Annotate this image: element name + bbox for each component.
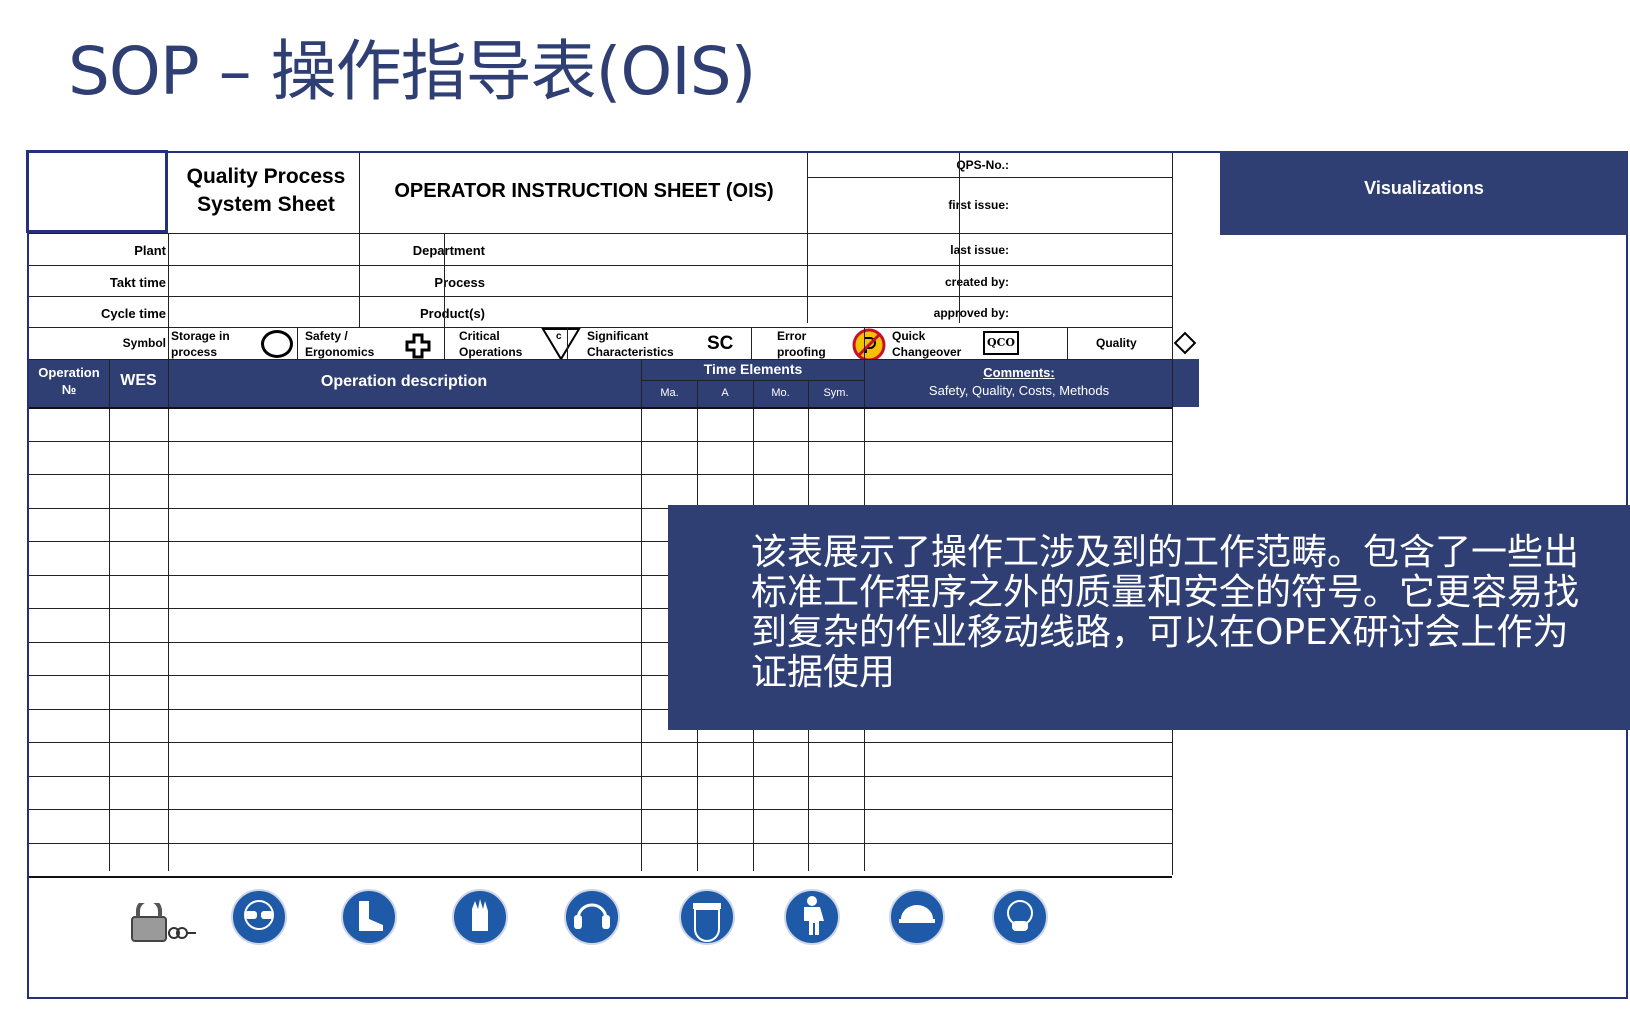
ma-header: Ma.	[660, 387, 679, 399]
callout-text: 该表展示了操作工涉及到的工作范畴。包含了一些出标准工作程序之外的质量和安全的符号…	[751, 532, 1580, 693]
grid-line	[807, 153, 808, 323]
visualizations-label: Visualizations	[1364, 178, 1484, 198]
grid-line	[29, 842, 1172, 844]
created-by-label: created by:	[944, 275, 1009, 289]
grid-line	[168, 359, 169, 871]
grid-line	[29, 233, 1172, 234]
grid-line	[864, 327, 865, 359]
description-header: Operation description	[320, 373, 488, 390]
grid-line	[444, 327, 445, 359]
cycle-time-label: Cycle time	[100, 306, 166, 321]
sc-symbol: SC	[707, 333, 734, 354]
grid-line	[29, 359, 1172, 360]
protective-clothing-icon	[775, 887, 849, 952]
quality-diamond-icon	[1173, 331, 1197, 355]
operation-header-1: Operation	[38, 365, 100, 380]
qps-title-line1: Quality Process	[186, 165, 346, 188]
error-label-1: Error	[777, 329, 807, 343]
grid-line	[29, 876, 1172, 878]
time-elements-header: Time Elements	[703, 361, 803, 377]
plant-label: Plant	[134, 243, 166, 258]
grid-line	[359, 153, 360, 233]
approved-by-label: approved by:	[933, 306, 1009, 320]
qco-text: QCO	[987, 336, 1015, 349]
face-shield-icon	[670, 887, 744, 952]
process-label: Process	[434, 275, 485, 290]
quality-label: Quality	[1096, 336, 1137, 350]
grid-line	[168, 233, 169, 359]
error-label-2: proofing	[777, 345, 826, 359]
grid-line	[29, 440, 1172, 442]
safety-label-2: Ergonomics	[305, 345, 375, 359]
products-label: Product(s)	[420, 306, 485, 321]
last-issue-label: last issue:	[950, 243, 1009, 257]
safety-cross-icon	[405, 333, 431, 359]
grid-line	[29, 327, 1172, 328]
grid-line	[959, 153, 960, 323]
operation-header-2: №	[61, 382, 77, 397]
grid-line	[567, 327, 568, 359]
grid-line	[751, 327, 752, 359]
comments-subheader: Safety, Quality, Costs, Methods	[928, 383, 1110, 398]
critical-label-2: Operations	[459, 345, 523, 359]
sheet-title: OPERATOR INSTRUCTION SHEET (OIS)	[394, 180, 774, 202]
storage-label-2: process	[171, 345, 218, 359]
storage-label-1: Storage in	[171, 329, 230, 343]
grid-line	[444, 233, 445, 327]
hard-hat-icon	[880, 887, 954, 952]
ear-protection-icon	[555, 887, 629, 952]
critical-mark: c	[556, 331, 562, 342]
grid-line	[29, 296, 1172, 297]
department-label: Department	[412, 243, 485, 258]
lockout-padlock-icon	[124, 898, 196, 952]
grid-line	[359, 233, 360, 327]
description-callout: 该表展示了操作工涉及到的工作范畴。包含了一些出标准工作程序之外的质量和安全的符号…	[668, 505, 1630, 730]
significant-label-2: Characteristics	[587, 345, 674, 359]
takt-time-label: Takt time	[109, 275, 166, 290]
safety-boots-icon	[332, 887, 406, 952]
grid-line	[29, 742, 1172, 743]
grid-line	[641, 359, 642, 871]
grid-line	[29, 809, 1172, 810]
protective-gloves-icon	[443, 887, 517, 952]
sym-header: Sym.	[823, 387, 849, 399]
first-issue-label: first issue:	[948, 198, 1009, 212]
qps-title-line2: System Sheet	[197, 193, 335, 216]
grid-line	[109, 359, 110, 871]
comments-header: Comments:	[983, 365, 1055, 380]
a-header: A	[721, 387, 729, 399]
grid-line	[297, 327, 298, 359]
wes-header: WES	[120, 372, 157, 389]
error-proofing-icon	[852, 328, 886, 362]
respirator-mask-icon	[983, 887, 1057, 952]
quick-label-2: Changeover	[892, 345, 962, 359]
storage-circle-icon	[261, 330, 293, 358]
logo-box	[26, 150, 168, 233]
slide-title: SOP – 操作指导表(OIS)	[68, 33, 756, 110]
grid-line	[807, 177, 1172, 178]
grid-line	[29, 265, 1172, 266]
qps-no-label: QPS-No.:	[956, 158, 1009, 172]
mo-header: Mo.	[771, 387, 790, 399]
grid-line	[29, 775, 1172, 777]
safety-label-1: Safety /	[305, 329, 348, 343]
grid-line	[1067, 327, 1068, 359]
quick-label-1: Quick	[892, 329, 926, 343]
grid-line	[29, 474, 1172, 475]
significant-label-1: Significant	[587, 329, 649, 343]
critical-label-1: Critical	[459, 329, 500, 343]
grid-line	[29, 407, 1172, 409]
safety-glasses-icon	[222, 887, 296, 952]
symbol-label: Symbol	[122, 336, 166, 350]
